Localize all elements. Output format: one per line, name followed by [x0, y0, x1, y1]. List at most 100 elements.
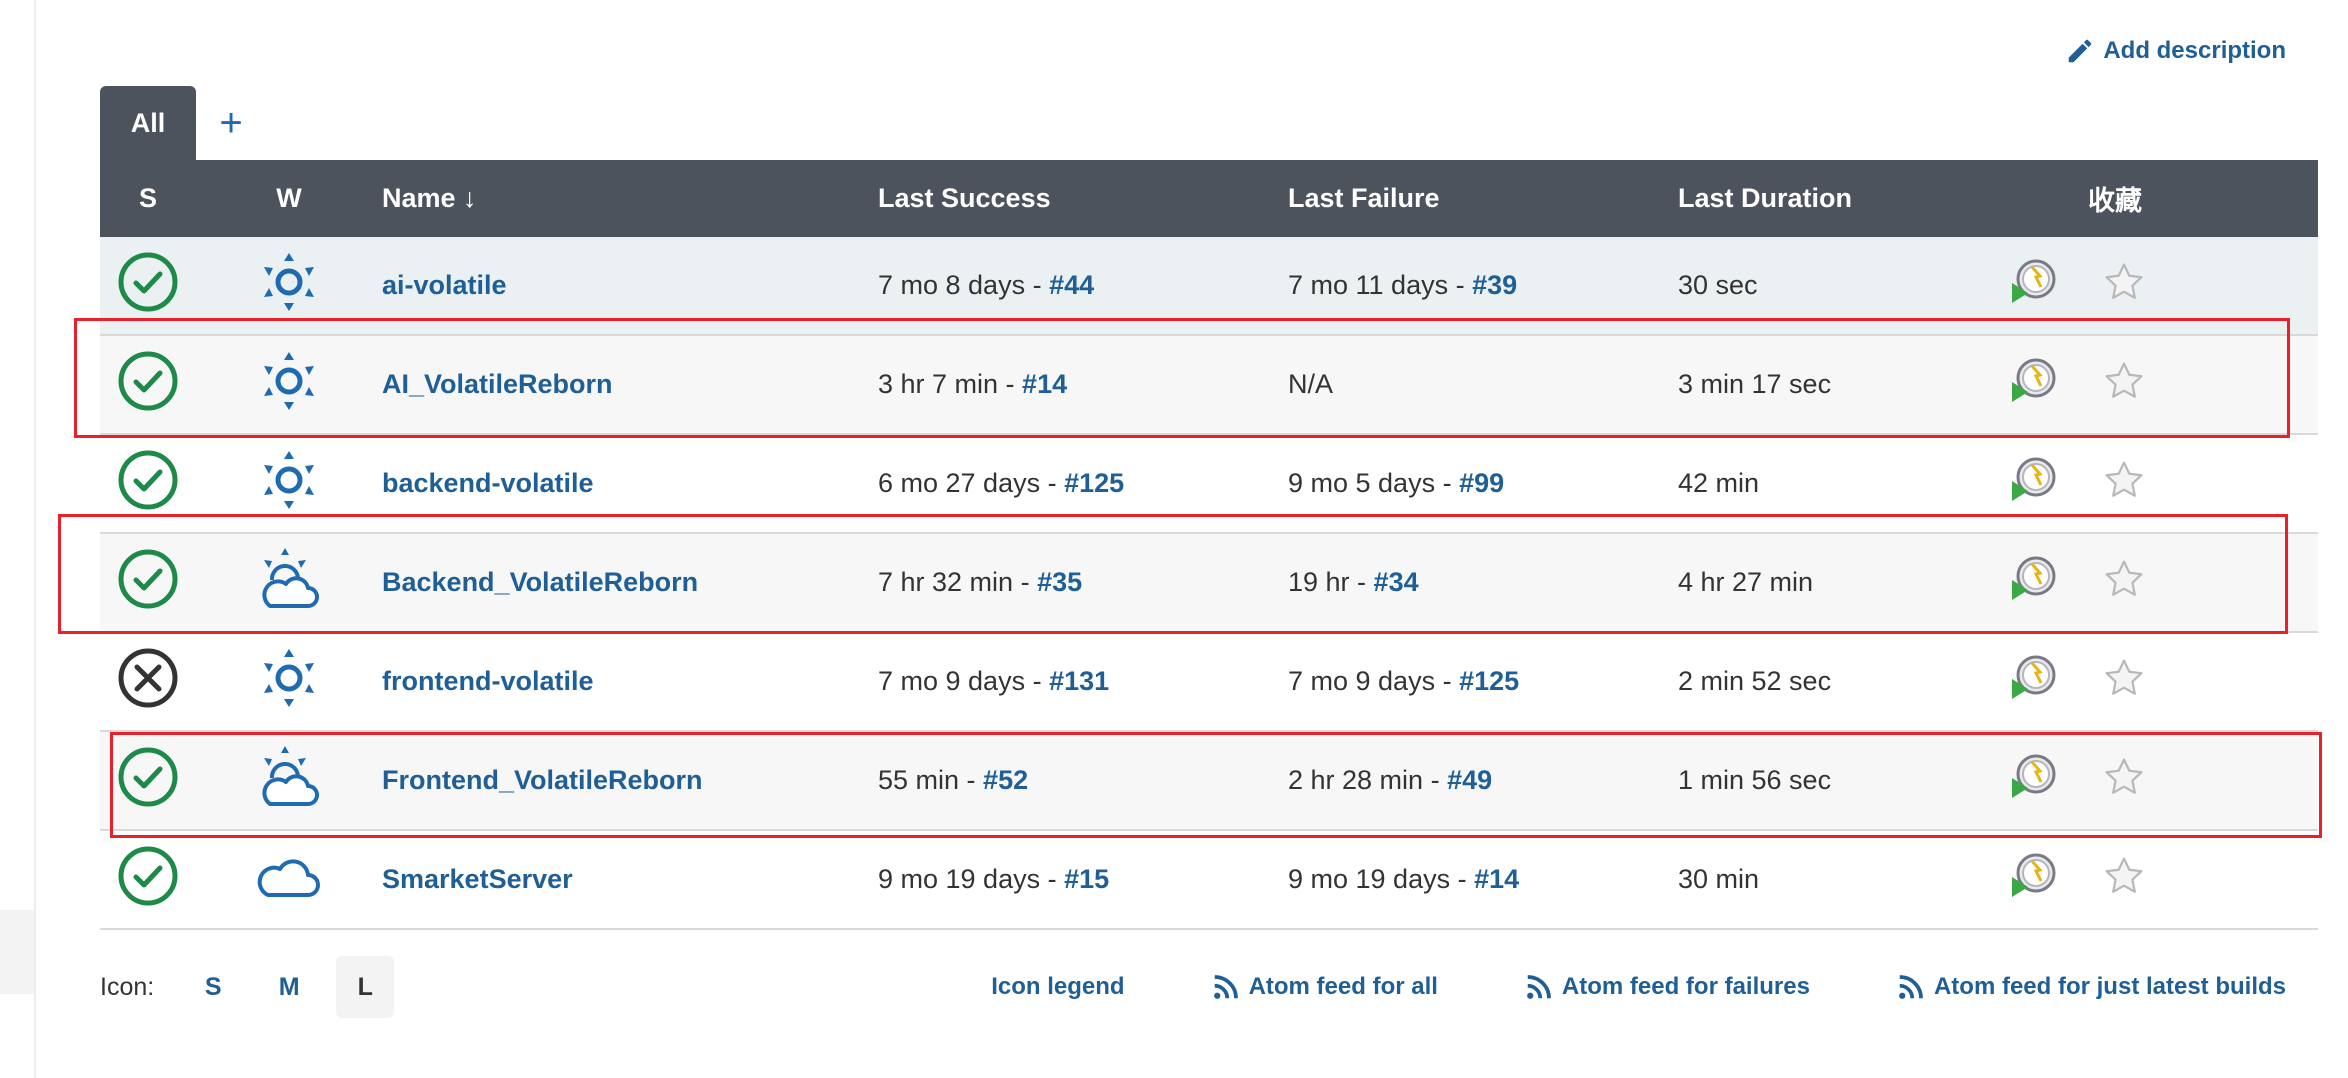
build-cell: [1978, 731, 2088, 831]
last-failure-cell: 7 mo 9 days - #125: [1288, 632, 1678, 732]
last-success-time: 7 mo 9 days -: [878, 666, 1050, 696]
job-link[interactable]: Frontend_VolatileReborn: [382, 765, 703, 795]
job-link[interactable]: ai-volatile: [382, 270, 507, 300]
column-weather[interactable]: W: [196, 160, 382, 237]
icon-legend-link[interactable]: Icon legend: [991, 973, 1124, 1001]
star-icon[interactable]: [2102, 557, 2146, 608]
sunny-weather-icon: [258, 449, 320, 518]
star-icon[interactable]: [2102, 755, 2146, 806]
job-link[interactable]: Backend_VolatileReborn: [382, 567, 698, 597]
last-success-build-link[interactable]: #52: [983, 765, 1028, 795]
last-failure-build-link[interactable]: #125: [1459, 666, 1519, 696]
table-row: backend-volatile 6 mo 27 days - #125 9 mo …: [100, 434, 2318, 534]
side-panel-edge: [0, 0, 36, 1078]
last-failure-cell: 2 hr 28 min - #49: [1288, 731, 1678, 831]
schedule-build-icon[interactable]: [2008, 653, 2058, 710]
weather-cell: [196, 533, 382, 633]
column-favorite[interactable]: 收藏: [2088, 160, 2318, 237]
weather-cell: [196, 434, 382, 534]
last-failure-cell: 7 mo 11 days - #39: [1288, 237, 1678, 336]
last-duration-cell: 2 min 52 sec: [1678, 632, 1978, 732]
last-failure-build-link[interactable]: #99: [1459, 468, 1504, 498]
name-cell: Frontend_VolatileReborn: [382, 731, 878, 831]
last-success-build-link[interactable]: #44: [1049, 270, 1094, 300]
atom-feed-failures-link[interactable]: Atom feed for failures: [1524, 972, 1810, 1002]
table-header-row: S W Name ↓ Last Success Last Failure Las…: [100, 160, 2318, 237]
status-cell: [100, 632, 196, 732]
pencil-icon: [2069, 39, 2092, 63]
last-success-build-link[interactable]: #15: [1064, 864, 1109, 894]
favorite-cell: [2088, 731, 2318, 831]
last-success-build-link[interactable]: #131: [1049, 666, 1109, 696]
last-failure-time: 9 mo 5 days -: [1288, 468, 1460, 498]
schedule-build-icon[interactable]: [2008, 455, 2058, 512]
tab-all[interactable]: All: [100, 86, 196, 160]
new-view-button[interactable]: +: [196, 86, 266, 160]
cloudy-weather-icon: [256, 851, 322, 908]
jobs-table: S W Name ↓ Last Success Last Failure Las…: [100, 160, 2318, 930]
build-cell: [1978, 533, 2088, 633]
add-description-label: Add description: [2103, 37, 2286, 64]
last-success-cell: 6 mo 27 days - #125: [878, 434, 1288, 534]
icon-size-s[interactable]: S: [184, 956, 242, 1018]
column-last-duration[interactable]: Last Duration: [1678, 160, 1978, 237]
schedule-build-icon[interactable]: [2008, 752, 2058, 809]
last-duration-cell: 42 min: [1678, 434, 1978, 534]
last-failure-time: 19 hr -: [1288, 567, 1374, 597]
atom-feed-all-link[interactable]: Atom feed for all: [1211, 972, 1438, 1002]
add-description-link[interactable]: Add description: [2065, 36, 2286, 66]
name-cell: SmarketServer: [382, 830, 878, 930]
last-success-build-link[interactable]: #125: [1064, 468, 1124, 498]
status-cell: [100, 830, 196, 930]
job-link[interactable]: AI_VolatileReborn: [382, 369, 613, 399]
rss-icon: [1527, 975, 1551, 999]
success-status-icon: [117, 548, 179, 617]
table-row: AI_VolatileReborn 3 hr 7 min - #14 N/A 3 mi…: [100, 335, 2318, 435]
last-success-cell: 7 mo 9 days - #131: [878, 632, 1288, 732]
weather-cell: [196, 830, 382, 930]
star-icon[interactable]: [2102, 359, 2146, 410]
last-success-cell: 55 min - #52: [878, 731, 1288, 831]
last-failure-build-link[interactable]: #34: [1374, 567, 1419, 597]
icon-size-m[interactable]: M: [260, 956, 318, 1018]
last-duration-cell: 1 min 56 sec: [1678, 731, 1978, 831]
last-failure-build-link[interactable]: #14: [1474, 864, 1519, 894]
name-cell: frontend-volatile: [382, 632, 878, 732]
schedule-build-icon[interactable]: [2008, 851, 2058, 908]
column-last-success[interactable]: Last Success: [878, 160, 1288, 237]
last-failure-build-link[interactable]: #49: [1447, 765, 1492, 795]
atom-feed-latest-link[interactable]: Atom feed for just latest builds: [1896, 972, 2286, 1002]
schedule-build-icon[interactable]: [2008, 554, 2058, 611]
name-cell: ai-volatile: [382, 237, 878, 336]
schedule-build-icon[interactable]: [2008, 356, 2058, 413]
schedule-build-icon[interactable]: [2008, 257, 2058, 314]
star-icon[interactable]: [2102, 260, 2146, 311]
side-panel-tab[interactable]: [0, 910, 34, 994]
job-link[interactable]: SmarketServer: [382, 864, 573, 894]
favorite-cell: [2088, 237, 2318, 336]
column-name[interactable]: Name ↓: [382, 160, 878, 237]
icon-size-l[interactable]: L: [336, 956, 395, 1018]
column-status[interactable]: S: [100, 160, 196, 237]
last-success-build-link[interactable]: #14: [1022, 369, 1067, 399]
last-failure-build-link[interactable]: #39: [1472, 270, 1517, 300]
star-icon[interactable]: [2102, 458, 2146, 509]
last-success-build-link[interactable]: #35: [1037, 567, 1082, 597]
job-link[interactable]: backend-volatile: [382, 468, 594, 498]
job-link[interactable]: frontend-volatile: [382, 666, 594, 696]
last-success-time: 6 mo 27 days -: [878, 468, 1065, 498]
column-last-failure[interactable]: Last Failure: [1288, 160, 1678, 237]
last-duration-cell: 3 min 17 sec: [1678, 335, 1978, 435]
status-cell: [100, 237, 196, 336]
favorite-cell: [2088, 632, 2318, 732]
status-cell: [100, 434, 196, 534]
atom-feed-all-label: Atom feed for all: [1248, 973, 1438, 1000]
star-icon[interactable]: [2102, 656, 2146, 707]
status-cell: [100, 533, 196, 633]
star-icon[interactable]: [2102, 854, 2146, 905]
column-build: [1978, 160, 2088, 237]
build-cell: [1978, 335, 2088, 435]
last-success-time: 3 hr 7 min -: [878, 369, 1023, 399]
favorite-cell: [2088, 533, 2318, 633]
rss-icon: [1899, 975, 1923, 999]
